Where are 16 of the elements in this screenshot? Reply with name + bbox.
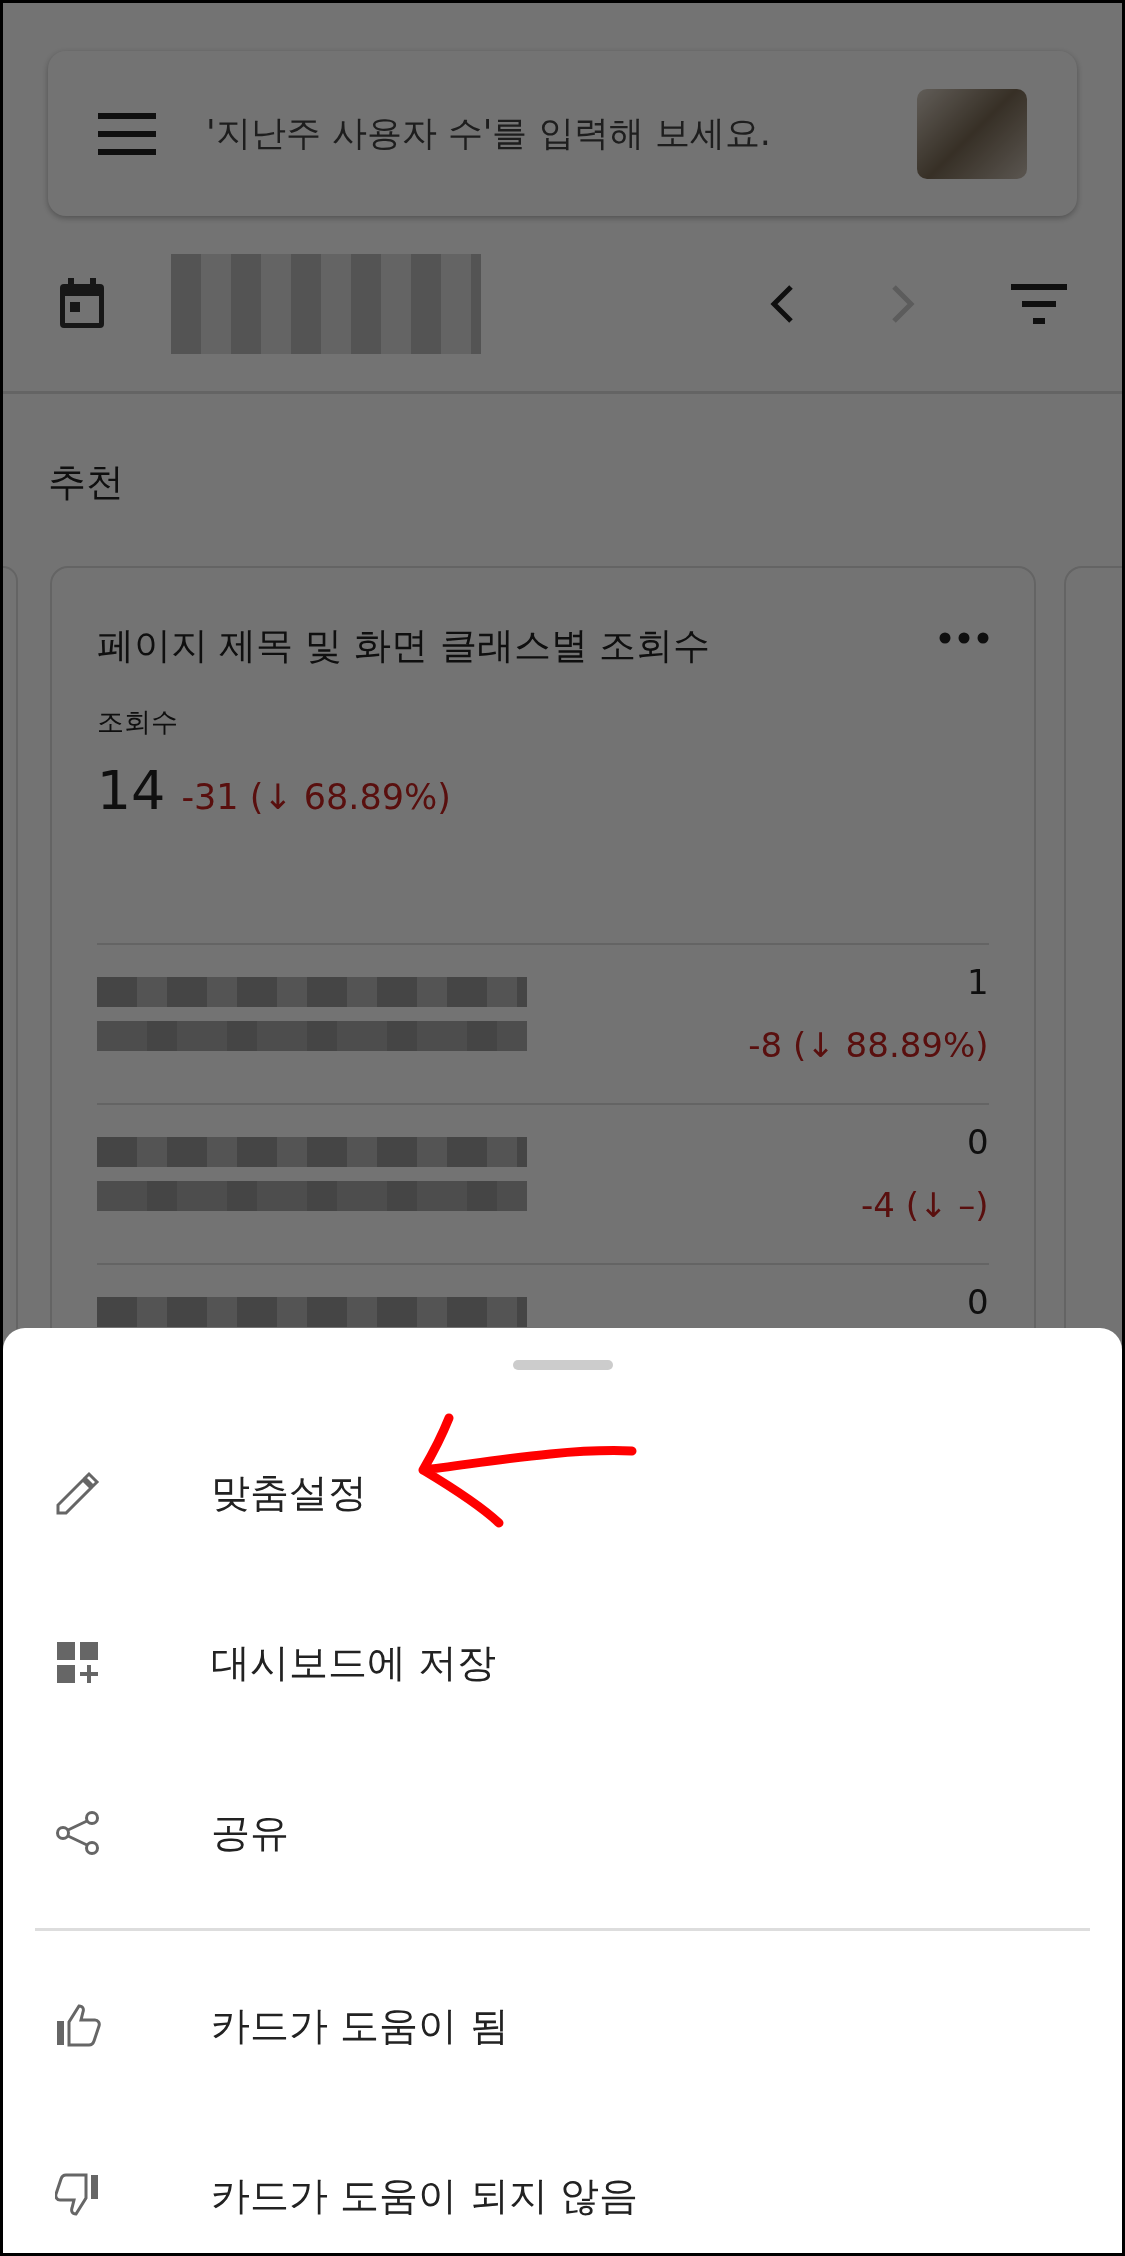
menu-item[interactable]: 카드가 도움이 되지 않음 [3,2111,1122,2253]
card-title: 페이지 제목 및 화면 클래스별 조회수 [96,623,711,669]
row-value: 1 [966,961,989,1004]
search-bar[interactable]: '지난주 사용자 수'를 입력해 보세요. [48,51,1077,216]
metric-label: 조회수 [96,705,178,737]
menu-item[interactable]: 대시보드에 저장 [3,1578,1122,1748]
row-change: -4 (↓ –) [861,1184,989,1227]
row-value: 0 [966,1281,989,1324]
section-title: 추천 [48,460,124,504]
metric-change: -31 (↓ 68.89%) [181,776,451,819]
row-value: 0 [966,1121,989,1164]
menu-item[interactable]: 카드가 도움이 됨 [3,1941,1122,2111]
metric-value: 14 [96,758,166,824]
menu-item[interactable]: 공유 [3,1748,1122,1918]
row-change: -8 (↓ 88.89%) [748,1024,989,1067]
search-placeholder: '지난주 사용자 수'를 입력해 보세요. [206,112,772,156]
